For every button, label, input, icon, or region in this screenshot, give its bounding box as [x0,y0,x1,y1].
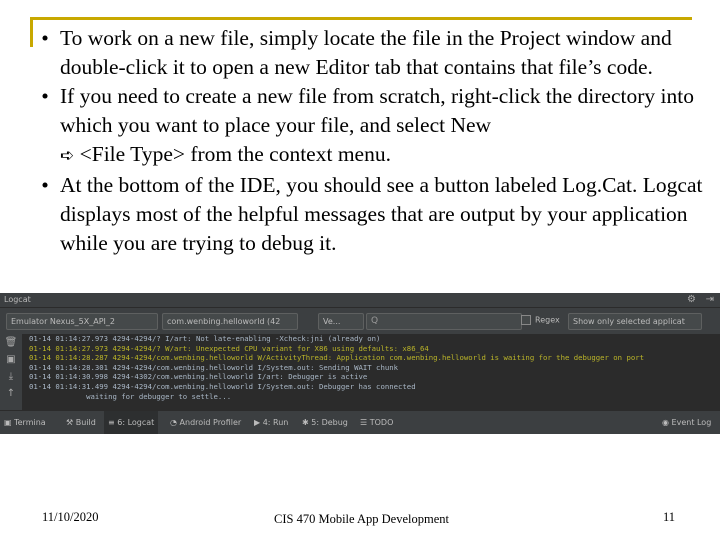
log-line: 01-14 01:14:30.998 4294-4302/com.wenbing… [29,372,368,382]
bullet-marker: • [41,173,49,197]
tool-window-label: TODO [369,418,394,427]
log-line: waiting for debugger to settle... [29,391,232,401]
bullet-text-continued: <File Type> from the context menu. [79,142,391,166]
tool-window-terminal[interactable]: ▣ Termina [4,411,46,434]
tool-window-label: 4: Run [262,418,289,427]
logcat-side-toolbar: 🗑 ▣ ⤓ ↑ … [0,334,23,416]
tool-window-label: Event Log [671,418,712,427]
search-input[interactable]: Q [366,313,522,330]
terminal-icon: ▣ [4,418,12,427]
bullet-text: To work on a new file, simply locate the… [60,26,672,79]
panel-title: Logcat [4,295,31,304]
bullet-text: At the bottom of the IDE, you should see… [60,173,703,255]
tool-window-build[interactable]: ⚒ Build [66,411,96,434]
bullet-item: • To work on a new file, simply locate t… [30,24,710,82]
tool-window-todo[interactable]: ☰ TODO [360,411,393,434]
tool-window-label: Termina [14,418,46,427]
logcat-toolbar: Emulator Nexus_5X_API_2 com.wenbing.hell… [0,308,720,334]
footer-course: CIS 470 Mobile App Development [274,512,449,526]
log-output[interactable]: 01-14 01:14:27.973 4294-4294/? I/art: No… [23,334,720,410]
tool-window-label: 5: Debug [311,418,348,427]
debug-icon: ✱ [302,418,309,427]
log-level-dropdown[interactable]: Ve... [318,313,364,330]
slide-frame-top-border [30,17,692,20]
bullet-list: • To work on a new file, simply locate t… [30,24,710,258]
bullet-marker: • [41,84,49,108]
tool-window-label: Build [75,418,96,427]
tool-window-logcat[interactable]: ≡ 6: Logcat [104,411,159,434]
todo-icon: ☰ [360,418,368,427]
tool-window-profiler[interactable]: ◔ Android Profiler [170,411,241,434]
log-line: 01-14 01:14:28.287 4294-4294/com.wenbing… [29,353,645,363]
filter-dropdown[interactable]: Show only selected applicat [568,313,702,330]
profiler-icon: ◔ [170,418,177,427]
tool-window-label: Android Profiler [179,418,242,427]
log-line: 01-14 01:14:31.499 4294-4294/com.wenbing… [29,381,416,391]
run-icon: ▶ [254,418,261,427]
tool-window-label: 6: Logcat [117,418,155,427]
device-dropdown[interactable]: Emulator Nexus_5X_API_2 [6,313,158,330]
tool-window-bar: ▣ Termina ⚒ Build ≡ 6: Logcat ◔ Android … [0,410,720,434]
event-log-icon: ◉ [662,418,669,427]
bullet-item: • If you need to create a new file from … [30,82,710,171]
build-icon: ⚒ [66,418,74,427]
bullet-marker: • [41,26,49,50]
restart-icon[interactable]: ▣ [0,351,22,368]
log-line: 01-14 01:14:27.973 4294-4294/? I/art: No… [29,334,381,343]
gear-icon[interactable]: ⚙ [687,294,696,305]
ide-logcat-screenshot: Logcat ⚙ ⇥ Emulator Nexus_5X_API_2 com.w… [0,293,720,434]
bullet-item: • At the bottom of the IDE, you should s… [30,171,710,258]
footer-date: 11/10/2020 [42,510,99,524]
tool-window-debug[interactable]: ✱ 5: Debug [302,411,348,434]
regex-label: Regex [535,315,560,325]
hide-panel-icon[interactable]: ⇥ [706,294,714,305]
process-dropdown[interactable]: com.wenbing.helloworld (42 [162,313,298,330]
regex-checkbox[interactable]: Regex [521,315,560,325]
scroll-to-end-icon[interactable]: ⤓ [0,368,22,385]
tool-window-event-log[interactable]: ◉ Event Log [662,411,711,434]
arrow-icon: ➪ [60,146,75,166]
checkbox-box[interactable] [521,315,531,325]
logcat-icon: ≡ [108,418,115,427]
page-number: 11 [663,510,676,524]
log-line: 01-14 01:14:27.973 4294-4294/? W/art: Un… [29,343,429,353]
up-icon[interactable]: ↑ [0,385,22,402]
bullet-text: If you need to create a new file from sc… [60,84,694,137]
logcat-title-bar: Logcat ⚙ ⇥ [0,293,720,308]
tool-window-run[interactable]: ▶ 4: Run [254,411,288,434]
log-line: 01-14 01:14:28.301 4294-4294/com.wenbing… [29,362,399,372]
clear-logcat-icon[interactable]: 🗑 [0,334,22,351]
